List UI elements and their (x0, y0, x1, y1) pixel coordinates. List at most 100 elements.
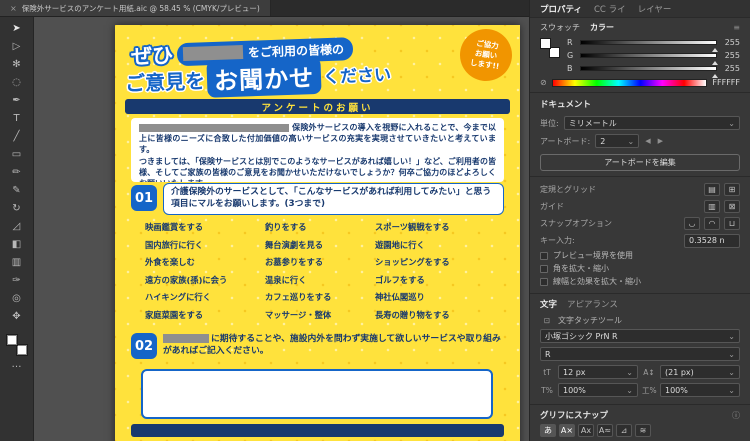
options-grid: 映画鑑賞をする 釣りをする スポーツ観戦をする 国内旅行に行く 舞台演劇を見る … (145, 221, 503, 326)
direct-selection-tool[interactable]: ▷ (5, 38, 29, 56)
artboard-flyer[interactable]: ぜひ をご利用の皆様の ご協力 お願い します!! ご意見を お聞かせ ください… (115, 25, 520, 441)
pen-tool-icon: ✒ (12, 96, 20, 106)
chevron-down-icon: ⌄ (728, 368, 735, 377)
tab-color[interactable]: カラー (590, 22, 614, 33)
leading-field[interactable]: (21 px) ⌄ (660, 365, 740, 379)
survey-option: スポーツ観戦をする (375, 221, 503, 239)
close-tab-icon[interactable]: × (10, 4, 17, 13)
font-size-field[interactable]: 12 px ⌄ (558, 365, 638, 379)
shape-builder-tool[interactable]: ◧ (5, 236, 29, 254)
fill-color-swatch[interactable] (6, 334, 18, 346)
rotate-tool[interactable]: ↻ (5, 200, 29, 218)
rectangle-tool-icon: ▭ (12, 150, 21, 160)
vertical-scale-icon: 工% (642, 385, 656, 396)
line-segment-tool[interactable]: ╱ (5, 128, 29, 146)
hex-value[interactable]: FFFFFF (712, 78, 740, 87)
snap-to-pixel-icon[interactable]: ⊔ (724, 217, 740, 230)
checkbox[interactable] (540, 252, 548, 260)
document-tab[interactable]: × 保険外サービスのアンケート用紙.aic @ 58.45 % (CMYK/プレ… (0, 0, 271, 16)
type-tool[interactable]: T (5, 110, 29, 128)
selection-tool[interactable]: ➤ (5, 20, 29, 38)
units-select[interactable]: ミリメートル ⌄ (564, 116, 740, 130)
color-spectrum-bar[interactable] (552, 79, 708, 87)
question2-text: に期待することや、施設内外を問わず実施して欲しいサービスや取り組みがあればご記入… (163, 333, 504, 358)
glyph-snap-guide-icon[interactable]: ≋ (635, 424, 651, 437)
touch-type-tool-button[interactable]: ⊡ 文字タッチツール (540, 313, 740, 327)
header-okikase-text: お聞かせ (206, 57, 321, 98)
horizontal-scale-icon: T% (540, 386, 554, 395)
green-value[interactable]: 255 (722, 51, 740, 60)
pencil-tool[interactable]: ✎ (5, 182, 29, 200)
illustrator-window: × 保険外サービスのアンケート用紙.aic @ 58.45 % (CMYK/プレ… (0, 0, 750, 441)
rectangle-tool[interactable]: ▭ (5, 146, 29, 164)
next-artboard-button[interactable]: ▶ (657, 137, 664, 145)
glyph-snap-angle-icon[interactable]: ⊿ (616, 424, 632, 437)
grid-toggle-icon[interactable]: ⊞ (724, 183, 740, 196)
scale-tool-icon: ◿ (13, 222, 21, 232)
survey-option: ゴルフをする (375, 274, 503, 292)
color-proxy[interactable] (540, 38, 560, 58)
glyph-snap-proximity-icon[interactable]: A≈ (597, 424, 613, 437)
survey-option: 神社仏閣巡り (375, 291, 503, 309)
previous-artboard-button[interactable]: ◀ (644, 137, 651, 145)
survey-option: 映画鑑賞をする (145, 221, 265, 239)
vertical-scale-field[interactable]: 100% ⌄ (660, 383, 740, 397)
snap-to-grid-icon[interactable]: ◡ (684, 217, 700, 230)
pasteboard[interactable]: ぜひ をご利用の皆様の ご協力 お願い します!! ご意見を お聞かせ ください… (34, 17, 529, 441)
appearance-section-title[interactable]: アピアランス (567, 298, 618, 310)
rotate-tool-icon: ↻ (12, 204, 20, 214)
snap-to-point-icon[interactable]: ◠ (704, 217, 720, 230)
zoom-tool-icon: ◎ (12, 294, 21, 304)
paintbrush-tool-icon: ✏ (12, 168, 20, 178)
eyedropper-tool[interactable]: ✑ (5, 272, 29, 290)
glyph-snap-cap-icon[interactable]: Ax (578, 424, 594, 437)
artboard-select[interactable]: 2 ⌄ (595, 134, 639, 148)
lock-guides-icon[interactable]: ⊠ (724, 200, 740, 213)
gradient-tool[interactable]: ▥ (5, 254, 29, 272)
font-style-select[interactable]: R ⌄ (540, 347, 740, 361)
blue-value[interactable]: 255 (722, 64, 740, 73)
panel-menu-icon[interactable]: ≡ (733, 23, 740, 32)
zoom-tool[interactable]: ◎ (5, 290, 29, 308)
none-color-icon[interactable]: ⊘ (540, 78, 547, 87)
survey-option: マッサージ・整体 (265, 309, 375, 327)
checkbox[interactable] (540, 265, 548, 273)
font-family-select[interactable]: 小塚ゴシック PrN R ⌄ (540, 329, 740, 343)
edit-artboards-button[interactable]: アートボードを編集 (540, 154, 740, 171)
blue-slider[interactable] (580, 66, 717, 71)
red-value[interactable]: 255 (722, 38, 740, 47)
fill-proxy-swatch[interactable] (540, 38, 551, 49)
pen-tool[interactable]: ✒ (5, 92, 29, 110)
document-section-title: ドキュメント (540, 98, 740, 110)
document-options-panel: 定規とグリッド ▤ ⊞ ガイド ▥ ⊠ スナップオプション ◡ ◠ ⊔ キー入力… (530, 177, 750, 294)
red-slider[interactable] (580, 40, 717, 45)
tab-cc-libraries[interactable]: CC ライ (594, 3, 626, 15)
leading-icon: A↕ (642, 368, 656, 377)
panel-dock: プロパティ CC ライ レイヤー スウォッチ カラー ≡ R 255 (529, 0, 750, 441)
tab-swatches[interactable]: スウォッチ (540, 22, 580, 33)
lasso-tool[interactable]: ◌ (5, 74, 29, 92)
cooperation-badge: ご協力 お願い します!! (457, 26, 516, 85)
info-icon[interactable]: ⓘ (732, 410, 740, 421)
show-guides-icon[interactable]: ▥ (704, 200, 720, 213)
glyph-snap-baseline-icon[interactable]: あ (540, 424, 556, 437)
tab-properties[interactable]: プロパティ (540, 3, 582, 15)
hand-tool[interactable]: ✥ (5, 308, 29, 326)
ruler-toggle-icon[interactable]: ▤ (704, 183, 720, 196)
tab-layers[interactable]: レイヤー (638, 3, 672, 15)
glyph-snap-xheight-icon[interactable]: A× (559, 424, 575, 437)
horizontal-scale-field[interactable]: 100% ⌄ (558, 383, 638, 397)
paintbrush-tool[interactable]: ✏ (5, 164, 29, 182)
green-slider[interactable] (580, 53, 717, 58)
keyboard-increment-field[interactable]: 0.3528 n (684, 234, 740, 248)
scale-tool[interactable]: ◿ (5, 218, 29, 236)
red-label: R (567, 38, 575, 47)
magic-wand-tool[interactable]: ✻ (5, 56, 29, 74)
checkbox[interactable] (540, 278, 548, 286)
toolbar-overflow-button[interactable]: … (5, 356, 29, 374)
keyboard-increment-label: キー入力: (540, 235, 680, 246)
survey-option: カフェ巡りをする (265, 291, 375, 309)
survey-option: 国内旅行に行く (145, 239, 265, 257)
fill-stroke-proxy[interactable] (6, 334, 28, 356)
units-label: 単位: (540, 118, 559, 129)
